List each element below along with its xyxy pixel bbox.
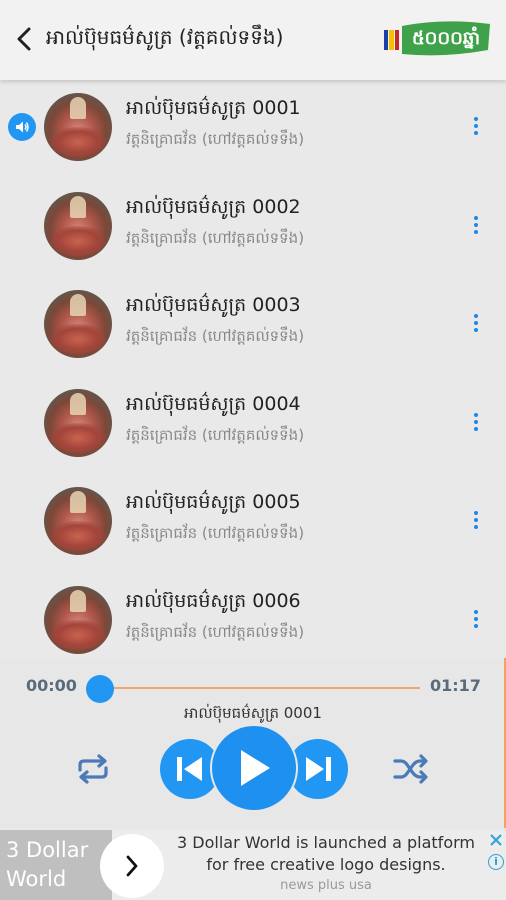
more-options-button[interactable] xyxy=(466,213,486,237)
shuffle-icon xyxy=(393,754,428,784)
app-screen: អាល់ប៊ុមធម៌សូត្រ (វត្តគល់ទទឹង) ៥០០០ឆ្នាំ xyxy=(0,0,506,900)
song-thumbnail xyxy=(44,93,112,161)
more-vert-icon xyxy=(474,117,478,121)
song-thumbnail xyxy=(44,585,112,654)
player-panel: 00:00 01:17 អាល់ប៊ុមធម៌សូត្រ 0001 xyxy=(0,658,506,828)
next-button[interactable] xyxy=(288,739,348,799)
song-subtitle: វត្តនិគ្រោធវ័ន (ហៅវត្តគល់ទទឹង) xyxy=(126,524,305,542)
song-title: អាល់ប៊ុមធម៌សូត្រ 0001 xyxy=(126,97,301,119)
top-app-bar: អាល់ប៊ុមធម៌សូត្រ (វត្តគល់ទទឹង) ៥០០០ឆ្នាំ xyxy=(0,0,506,80)
song-thumbnail xyxy=(44,487,112,555)
ad-brand-panel[interactable]: 3 Dollar World xyxy=(0,830,112,900)
more-options-button[interactable] xyxy=(466,410,486,434)
song-title: អាល់ប៊ុមធម៌សូត្រ 0005 xyxy=(126,491,301,513)
ad-banner[interactable]: 3 Dollar World 3 Dollar World is launche… xyxy=(0,830,506,900)
more-vert-icon xyxy=(474,511,478,515)
now-playing-title: អាល់ប៊ុមធម៌សូត្រ 0001 xyxy=(184,704,322,722)
song-row[interactable]: អាល់ប៊ុមធម៌សូត្រ 0002 វត្តនិគ្រោធវ័ន (ហៅ… xyxy=(0,179,506,278)
page-title: អាល់ប៊ុមធម៌សូត្រ (វត្តគល់ទទឹង) xyxy=(46,25,284,49)
chevron-right-icon xyxy=(126,855,138,877)
ad-source: news plus usa xyxy=(280,878,372,893)
song-subtitle: វត្តនិគ្រោធវ័ន (ហៅវត្តគល់ទទឹង) xyxy=(126,130,305,148)
song-title: អាល់ប៊ុមធម៌សូត្រ 0004 xyxy=(126,392,301,415)
play-button[interactable] xyxy=(212,726,296,810)
song-row[interactable]: អាល់ប៊ុមធម៌សូត្រ 0001 វត្តនិគ្រោធវ័ន (ហៅ… xyxy=(0,80,506,179)
repeat-button[interactable] xyxy=(74,752,112,786)
ad-info-icon[interactable]: i xyxy=(488,854,504,870)
song-row[interactable]: អាល់ប៊ុមធម៌សូត្រ 0005 វត្តនិគ្រោធវ័ន (ហៅ… xyxy=(0,474,506,573)
current-time: 00:00 xyxy=(26,676,77,695)
more-options-button[interactable] xyxy=(466,114,486,138)
more-vert-icon xyxy=(474,215,478,220)
more-vert-icon xyxy=(474,609,478,614)
song-thumbnail xyxy=(44,290,112,358)
song-subtitle: វត្តនិគ្រោធវ័ន (ហៅវត្តគល់ទទឹង) xyxy=(126,622,305,641)
more-options-button[interactable] xyxy=(466,508,486,532)
logo-text: ៥០០០ឆ្នាំ xyxy=(411,28,481,49)
total-duration: 01:17 xyxy=(430,676,481,695)
seek-bar[interactable] xyxy=(100,687,420,689)
song-list[interactable]: អាល់ប៊ុមធម៌សូត្រ 0001 វត្តនិគ្រោធវ័ន (ហៅ… xyxy=(0,80,506,658)
repeat-icon xyxy=(78,754,108,784)
previous-button[interactable] xyxy=(160,739,220,799)
song-thumbnail xyxy=(44,191,112,260)
chevron-left-icon xyxy=(17,27,31,51)
ad-brand-text: 3 Dollar World xyxy=(6,838,89,891)
ad-close-button[interactable] xyxy=(488,832,504,848)
song-title: អាល់ប៊ុមធម៌សូត្រ 0003 xyxy=(126,294,301,316)
song-title: អាល់ប៊ុមធម៌សូត្រ 0002 xyxy=(126,195,301,218)
song-row[interactable]: អាល់ប៊ុមធម៌សូត្រ 0004 វត្តនិគ្រោធវ័ន (ហៅ… xyxy=(0,376,506,475)
more-vert-icon xyxy=(474,314,478,318)
skip-previous-icon xyxy=(177,757,202,781)
now-playing-badge xyxy=(8,113,36,141)
seek-handle[interactable] xyxy=(86,675,114,703)
app-logo[interactable]: ៥០០០ឆ្នាំ xyxy=(384,20,494,60)
song-subtitle: វត្តនិគ្រោធវ័ន (ហៅវត្តគល់ទទឹង) xyxy=(126,228,305,247)
more-vert-icon xyxy=(474,412,478,417)
shuffle-button[interactable] xyxy=(392,752,430,786)
more-options-button[interactable] xyxy=(466,311,486,335)
back-button[interactable] xyxy=(10,22,38,56)
song-title: អាល់ប៊ុមធម៌សូត្រ 0006 xyxy=(126,589,301,612)
ad-open-button[interactable] xyxy=(100,834,164,898)
play-icon xyxy=(241,750,270,786)
skip-next-icon xyxy=(306,757,331,781)
song-subtitle: វត្តនិគ្រោធវ័ន (ហៅវត្តគល់ទទឹង) xyxy=(126,425,305,444)
song-subtitle: វត្តនិគ្រោធវ័ន (ហៅវត្តគល់ទទឹង) xyxy=(126,327,305,345)
close-icon xyxy=(490,834,502,846)
speaker-icon xyxy=(16,121,29,133)
song-row[interactable]: អាល់ប៊ុមធម៌សូត្រ 0003 វត្តនិគ្រោធវ័ន (ហៅ… xyxy=(0,277,506,376)
song-thumbnail xyxy=(44,388,112,457)
ad-headline[interactable]: 3 Dollar World is launched a platform fo… xyxy=(170,832,482,876)
song-row[interactable]: អាល់ប៊ុមធម៌សូត្រ 0006 វត្តនិគ្រោធវ័ន (ហៅ… xyxy=(0,573,506,659)
more-options-button[interactable] xyxy=(466,607,486,631)
